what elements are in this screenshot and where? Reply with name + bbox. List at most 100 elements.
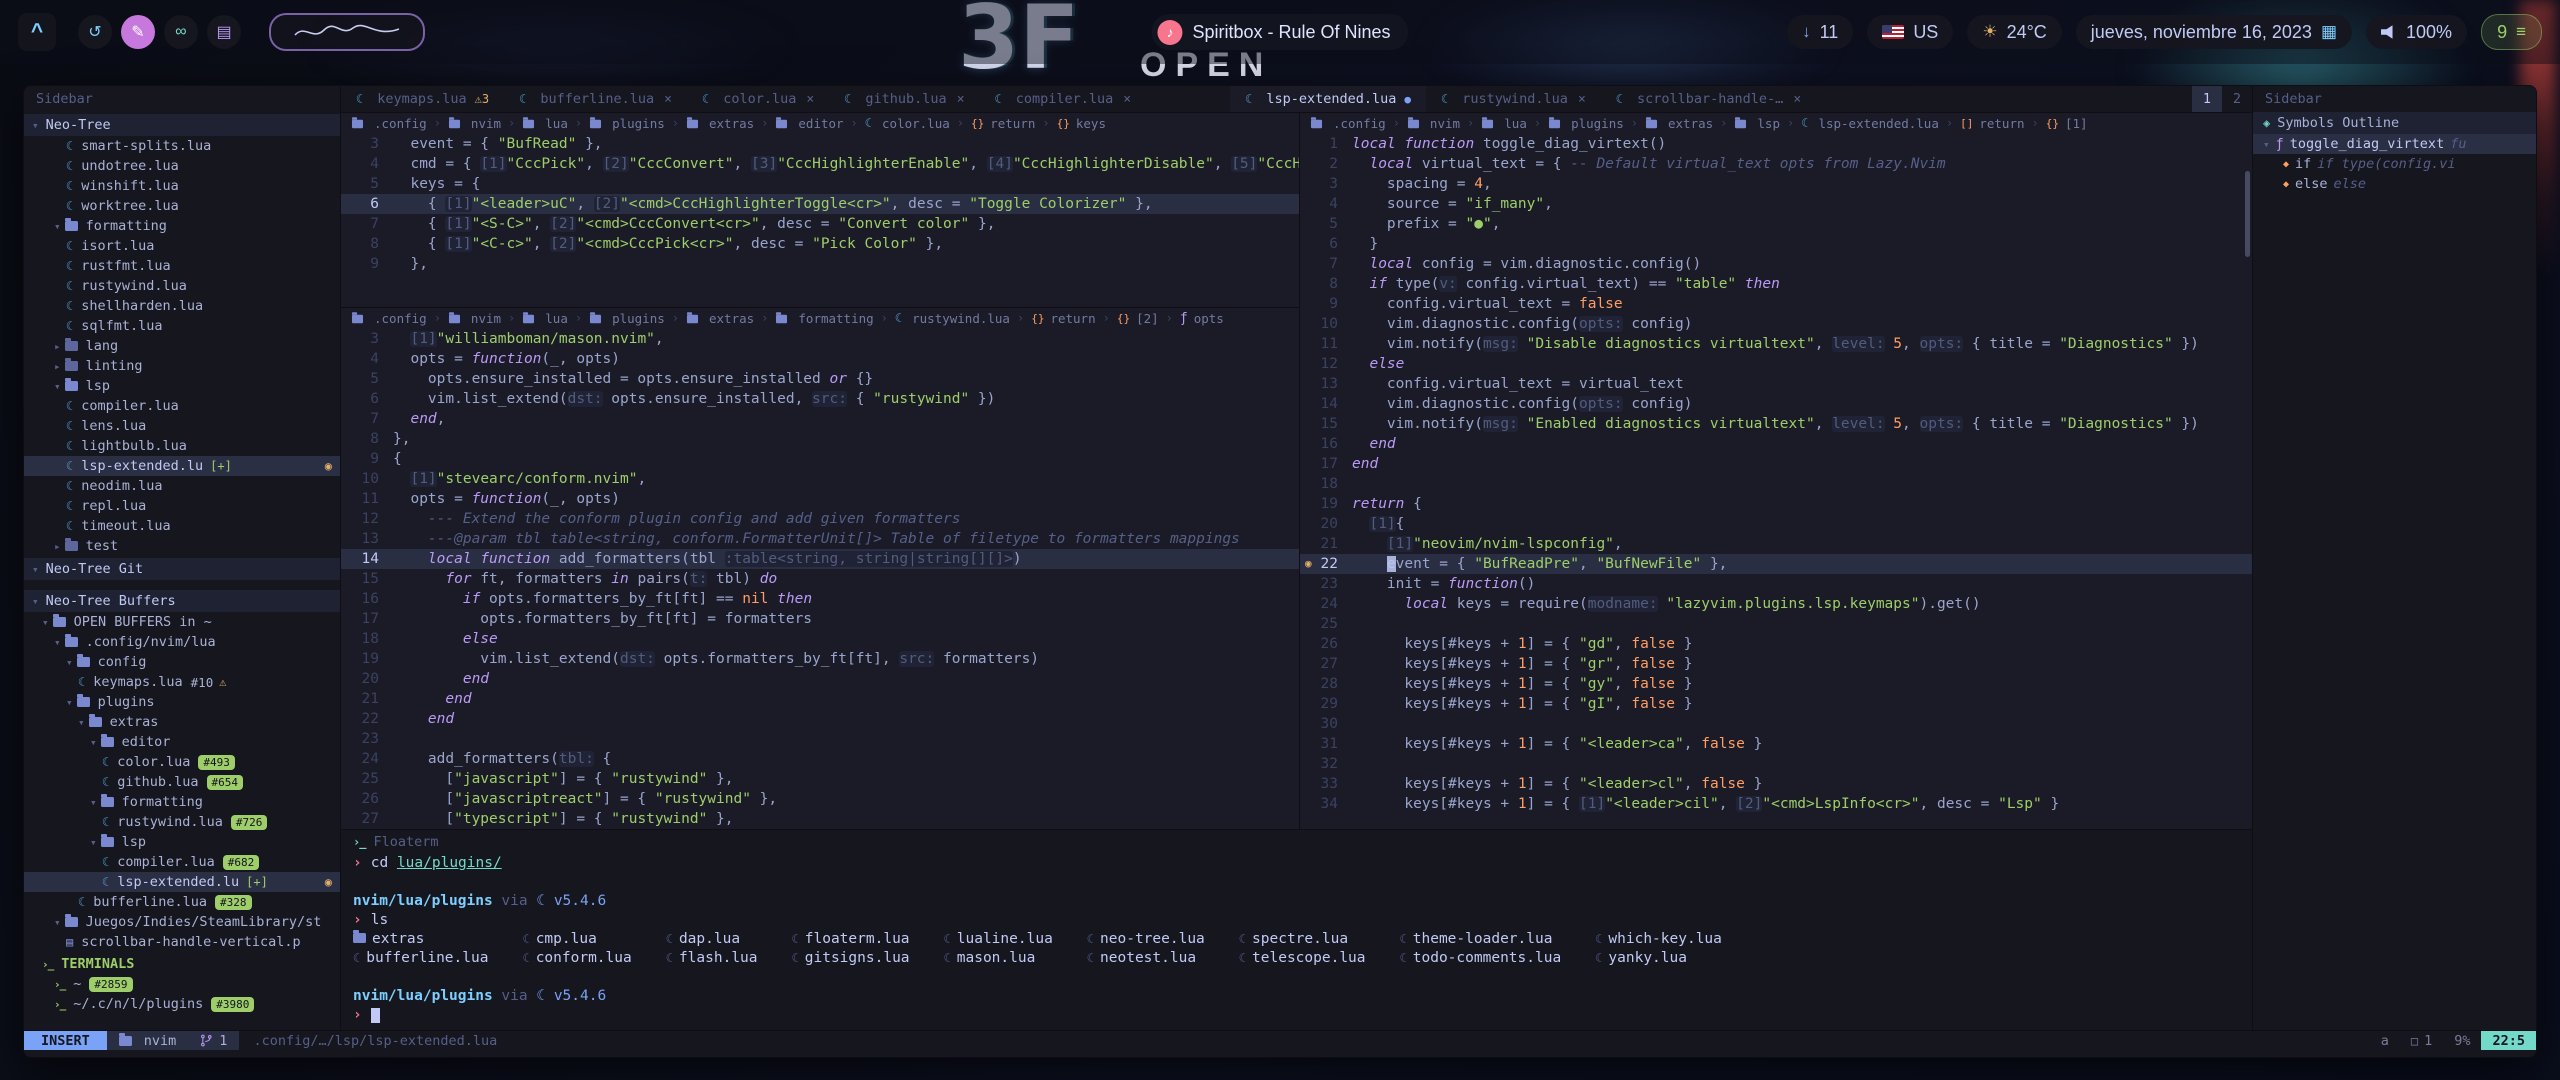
git-segment[interactable]: 1 (188, 1031, 239, 1050)
close-icon[interactable]: × (806, 92, 814, 107)
tab-lsp-extended-lua[interactable]: ☾lsp-extended.lua● (1230, 86, 1426, 112)
statusline-segment[interactable]: 9% (2443, 1031, 2481, 1050)
code-line[interactable]: 31 keys[#keys + 1] = { "<leader>ca", fal… (1300, 734, 2252, 754)
notes-button[interactable]: ▤ (207, 15, 241, 49)
code-line[interactable]: 3 [1]"williamboman/mason.nvim", (341, 329, 1299, 349)
outline-item[interactable]: ◆elseelse (2253, 174, 2536, 194)
breadcrumb-item[interactable]: ☾lsp-extended.lua (1801, 113, 1939, 134)
code-line[interactable]: 7 end, (341, 409, 1299, 429)
breadcrumb-item[interactable]: {}return (971, 113, 1035, 134)
tree-item[interactable]: ☾compiler.lua#682 (24, 852, 340, 872)
breadcrumb-item[interactable]: extras (686, 308, 754, 329)
tree-item[interactable]: ▤scrollbar-handle-vertical.p (24, 932, 340, 952)
tree-item[interactable]: ›_~#2859 (24, 974, 340, 994)
breadcrumb-item[interactable]: formatting (775, 308, 873, 329)
code-line[interactable]: 18 else (341, 629, 1299, 649)
code-line[interactable]: 26 keys[#keys + 1] = { "gd", false } (1300, 634, 2252, 654)
close-icon[interactable]: × (957, 92, 965, 107)
code-line[interactable]: 5 keys = { (341, 174, 1299, 194)
breadcrumb-item[interactable]: {}return (1031, 308, 1095, 329)
undo-button[interactable]: ↺ (78, 15, 112, 49)
breadcrumb-item[interactable]: {}[2] (1117, 308, 1159, 329)
editor-pane-rustywind-lua[interactable]: .config›nvim›lua›plugins›extras›formatti… (341, 308, 1299, 829)
tree-item[interactable]: ☾bufferline.lua#328 (24, 892, 340, 912)
breadcrumb-item[interactable]: .config (351, 113, 427, 134)
code-line[interactable]: 34 keys[#keys + 1] = { [1]"<leader>cil",… (1300, 794, 2252, 814)
tree-item[interactable]: ☾repl.lua (24, 496, 340, 516)
code-line[interactable]: 16 end (1300, 434, 2252, 454)
code-line[interactable]: 10 [1]"stevearc/conform.nvim", (341, 469, 1299, 489)
breadcrumb-item[interactable]: nvim (448, 308, 501, 329)
code-line[interactable]: 11 opts = function(_, opts) (341, 489, 1299, 509)
code-line[interactable]: 7 { [1]"<S-C>", [2]"<cmd>CccConvert<cr>"… (341, 214, 1299, 234)
neotree-section-header[interactable]: ▾Neo-Tree (24, 114, 340, 136)
tree-item[interactable]: ☾smart-splits.lua (24, 136, 340, 156)
editor-pane-color-lua[interactable]: .config›nvim›lua›plugins›extras›editor›☾… (341, 113, 1299, 308)
tree-item[interactable]: ☾rustywind.lua#726 (24, 812, 340, 832)
neotree-section-header[interactable]: ▾Neo-Tree Git (24, 558, 340, 580)
code-line[interactable]: 30 (1300, 714, 2252, 734)
cursor-position[interactable]: 22:5 (2481, 1031, 2536, 1050)
code-line[interactable]: 24 local keys = require(modname: "lazyvi… (1300, 594, 2252, 614)
updates-widget[interactable]: ↓11 (1787, 15, 1853, 49)
tab-scrollbar-handle-[interactable]: ☾scrollbar-handle-…× (1601, 86, 1816, 112)
tree-item[interactable]: ▾formatting (24, 792, 340, 812)
code-line[interactable]: 25 ["javascript"] = { "rustywind" }, (341, 769, 1299, 789)
tab-github-lua[interactable]: ☾github.lua× (829, 86, 979, 112)
code-line[interactable]: 7 local config = vim.diagnostic.config() (1300, 254, 2252, 274)
code-line[interactable]: 17 opts.formatters_by_ft[ft] = formatter… (341, 609, 1299, 629)
breadcrumb-item[interactable]: {}[1] (2046, 113, 2088, 134)
tab-compiler-lua[interactable]: ☾compiler.lua× (980, 86, 1147, 112)
breadcrumb-item[interactable]: ☾color.lua (865, 113, 950, 134)
code-line[interactable]: 6 } (1300, 234, 2252, 254)
code-line[interactable]: 13 ---@param tbl table<string, conform.F… (341, 529, 1299, 549)
tree-item[interactable]: ▾editor (24, 732, 340, 752)
close-icon[interactable]: × (1578, 92, 1586, 107)
breadcrumb-item[interactable]: .config (1310, 113, 1386, 134)
code-line[interactable]: 6 vim.list_extend(dst: opts.ensure_insta… (341, 389, 1299, 409)
tree-item[interactable]: ▸lang (24, 336, 340, 356)
tree-item[interactable]: ▾extras (24, 712, 340, 732)
breadcrumb-item[interactable]: lua (522, 113, 568, 134)
breadcrumb-item[interactable]: nvim (1407, 113, 1460, 134)
tree-item[interactable]: ☾winshift.lua (24, 176, 340, 196)
code-line[interactable]: 19return { (1300, 494, 2252, 514)
cwd-segment[interactable]: nvim (107, 1031, 189, 1050)
code-line[interactable]: 14 local function add_formatters(tbl :ta… (341, 549, 1299, 569)
code-line[interactable]: 9 }, (341, 254, 1299, 274)
tree-item[interactable]: ☾isort.lua (24, 236, 340, 256)
breadcrumb-item[interactable]: editor (775, 113, 843, 134)
tree-item[interactable]: ☾lens.lua (24, 416, 340, 436)
tree-item[interactable]: ▾OPEN BUFFERS in ~ (24, 612, 340, 632)
keyboard-layout-widget[interactable]: US (1867, 15, 1953, 49)
tree-item[interactable]: ▾.config/nvim/lua (24, 632, 340, 652)
tree-item[interactable]: ☾rustfmt.lua (24, 256, 340, 276)
tree-item[interactable]: ▸linting (24, 356, 340, 376)
tree-item[interactable]: ›_~/.c/n/l/plugins#3980 (24, 994, 340, 1014)
code-line[interactable]: 9{ (341, 449, 1299, 469)
code-line[interactable]: 23 init = function() (1300, 574, 2252, 594)
code-line[interactable]: 19 vim.list_extend(dst: opts.formatters_… (341, 649, 1299, 669)
code-line[interactable]: 8}, (341, 429, 1299, 449)
statusline-segment[interactable]: a (2370, 1031, 2400, 1050)
code-line[interactable]: 21 end (341, 689, 1299, 709)
brush-button[interactable]: ✎ (121, 15, 155, 49)
code-line[interactable]: 22◉ event = { "BufReadPre", "BufNewFile"… (1300, 554, 2252, 574)
code-line[interactable]: 11 vim.notify(msg: "Disable diagnostics … (1300, 334, 2252, 354)
close-icon[interactable]: × (1793, 92, 1801, 107)
code-line[interactable]: 32 (1300, 754, 2252, 774)
breadcrumb-item[interactable]: plugins (1548, 113, 1624, 134)
tree-item[interactable]: ▸test (24, 536, 340, 556)
breadcrumb-item[interactable]: .config (351, 308, 427, 329)
tabpage-number[interactable]: 1 (2192, 86, 2222, 112)
tree-item[interactable]: ☾neodim.lua (24, 476, 340, 496)
tree-item[interactable]: ▾plugins (24, 692, 340, 712)
close-icon[interactable]: × (664, 92, 672, 107)
clock-widget[interactable]: jueves, noviembre 16, 2023▦ (2076, 15, 2352, 49)
tree-item[interactable]: ☾sqlfmt.lua (24, 316, 340, 336)
tray-widget[interactable]: 9≡ (2481, 14, 2542, 50)
breadcrumb-item[interactable]: lsp (1734, 113, 1780, 134)
breadcrumb-item[interactable]: nvim (448, 113, 501, 134)
breadcrumb-item[interactable]: {}keys (1057, 113, 1106, 134)
breadcrumb-item[interactable]: ☾rustywind.lua (895, 308, 1010, 329)
